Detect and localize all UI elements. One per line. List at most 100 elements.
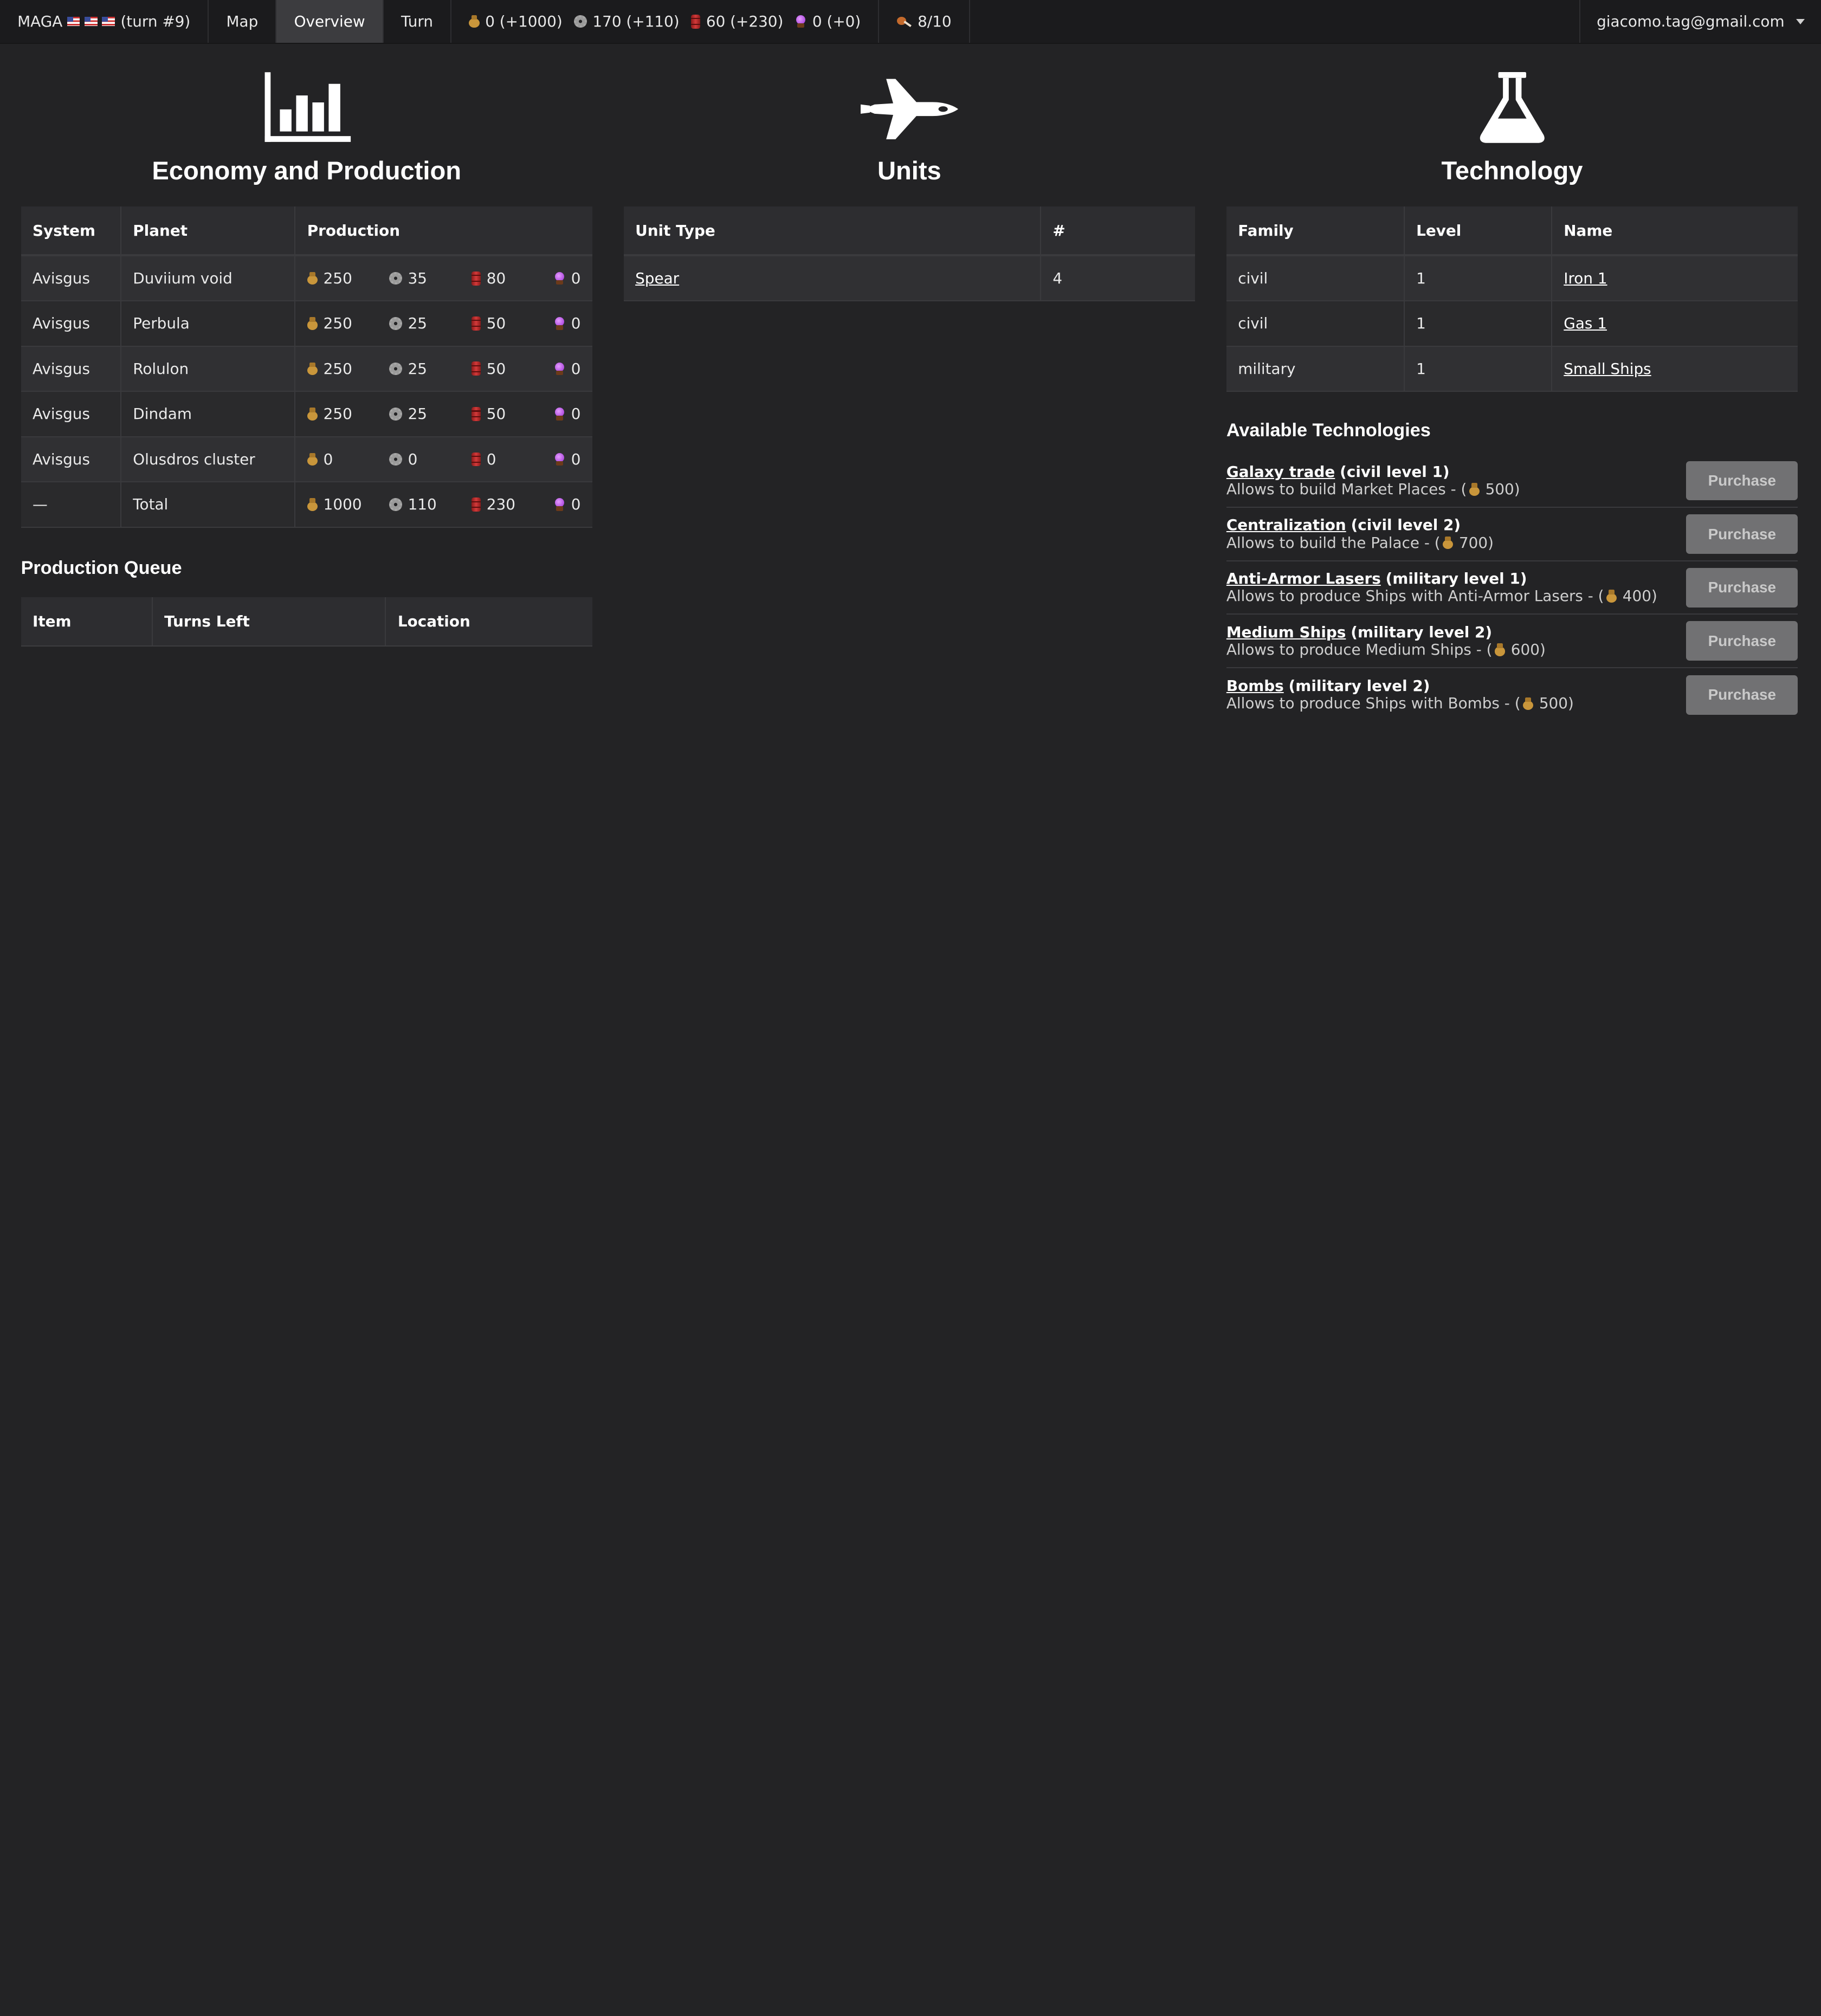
system-cell: Avisgus [21,391,121,437]
available-technology-item: Centralization (civil level 2) Allows to … [1226,508,1798,561]
technology-link[interactable]: Gas 1 [1564,314,1607,332]
table-row: Avisgus Perbula 250 25 50 0 [21,300,592,347]
oil-value: 0 [486,450,496,468]
oil-value: 80 [486,269,506,288]
units-title: Units [877,156,941,185]
top-navbar: MAGA (turn #9) Map Overview Turn 0 (+100… [0,0,1821,44]
purchase-button[interactable]: Purchase [1686,567,1798,608]
table-row: civil 1 Gas 1 [1226,300,1798,347]
technology-name-link[interactable]: Centralization [1226,516,1346,534]
technology-info: Bombs (military level 2) Allows to produc… [1226,677,1574,712]
units-column: Units Unit Type # Spear 4 [623,44,1195,301]
crystal-production: 0 [554,360,580,378]
column-header: Level [1404,206,1552,257]
purchase-button[interactable]: Purchase [1686,461,1798,501]
crystal-production: 0 [554,495,580,513]
money-value: 250 [323,359,352,378]
family-cell: civil [1226,300,1405,347]
drumstick-icon [896,16,912,27]
table-row: civil 1 Iron 1 [1226,255,1798,301]
economy-title: Economy and Production [152,156,462,185]
technology-name-link[interactable]: Anti-Armor Lasers [1226,570,1381,587]
table-row: military 1 Small Ships [1226,346,1798,392]
technology-heading: Centralization (civil level 2) [1226,516,1494,534]
family-cell: military [1226,346,1405,392]
unit-type-cell: Spear [623,255,1041,301]
oil-production: 80 [471,269,537,288]
technology-name-link[interactable]: Medium Ships [1226,623,1346,641]
money-value: 250 [323,269,352,288]
level-cell: 1 [1404,300,1552,347]
money-production: 0 [307,450,372,468]
user-menu[interactable]: giacomo.tag@gmail.com [1579,0,1821,43]
industry-value: 110 [408,495,437,514]
crystal-production: 0 [554,405,581,423]
unit-type-link[interactable]: Spear [635,269,679,287]
nav-link-turn[interactable]: Turn [384,0,452,43]
description-text: Allows to build the Palace - ( [1226,533,1441,552]
technology-link[interactable]: Small Ships [1564,360,1651,378]
system-cell: Avisgus [21,346,121,392]
available-technology-item: Bombs (military level 2) Allows to produc… [1226,668,1798,722]
technology-level: (civil level 1) [1340,462,1450,481]
industry-production: 25 [389,405,454,423]
production-values: 250 25 50 0 [307,405,581,423]
crystal-ball-icon [554,362,565,376]
name-cell: Small Ships [1551,346,1798,392]
family-cell: civil [1226,255,1405,301]
money-value: 250 [323,405,352,423]
crystal-value: 0 [571,314,581,333]
money-value: 1000 [323,495,362,514]
nav-link-label: Map [226,12,259,31]
nav-link-overview[interactable]: Overview [276,0,384,43]
industry-value: 170 (+110) [592,12,680,31]
technology-description: Allows to build the Palace - (700) [1226,534,1494,552]
technology-link[interactable]: Iron 1 [1564,269,1607,287]
money-bag-icon [1494,643,1506,656]
technology-name-link[interactable]: Bombs [1226,677,1284,695]
bar-chart-icon [21,44,592,144]
purchase-button[interactable]: Purchase [1686,621,1798,661]
system-cell: — [21,482,121,528]
available-technology-item: Galaxy trade (civil level 1) Allows to bu… [1226,455,1798,508]
available-technology-item: Medium Ships (military level 2) Allows to… [1226,615,1798,669]
name-cell: Gas 1 [1551,300,1798,347]
flask-icon [1226,44,1798,144]
purchase-button[interactable]: Purchase [1686,514,1798,554]
money-bag-icon [307,408,318,421]
us-flag-icon [102,17,115,27]
description-text: Allows to produce Ships with Anti-Armor … [1226,587,1604,605]
crystal-value: 0 [571,450,581,468]
table-row: Avisgus Duviium void 250 35 80 0 [21,255,592,301]
turn-counter: (turn #9) [120,12,191,31]
technology-level: (military level 2) [1351,623,1493,641]
industry-value: 25 [408,314,428,333]
oil-value: 60 (+230) [706,12,784,31]
cost-value: 400) [1622,587,1657,605]
oil-value: 230 [486,495,515,514]
column-header: Turns Left [152,597,386,647]
money-production: 250 [307,269,372,287]
crystal-value: 0 [571,269,581,288]
table-row: Avisgus Rolulon 250 25 50 0 [21,346,592,392]
production-values: 1000 110 230 0 [307,495,581,513]
column-header: Planet [120,206,296,257]
units-table: Unit Type # Spear 4 [623,206,1195,301]
technology-name-link[interactable]: Galaxy trade [1226,463,1335,481]
planet-cell: Dindam [120,391,296,437]
level-cell: 1 [1404,255,1552,301]
crystal-value: 0 [571,405,581,423]
cost-value: 500) [1485,480,1520,499]
game-name: MAGA [17,12,63,31]
crystal-ball-icon [554,453,565,466]
production-values: 0 0 0 0 [307,450,581,468]
production-cell: 250 25 50 0 [295,300,592,347]
oil-production: 0 [471,450,537,468]
nav-link-map[interactable]: Map [209,0,277,43]
money-bag-icon [307,272,318,285]
oil-barrel-icon [471,316,481,331]
purchase-button[interactable]: Purchase [1686,675,1798,715]
available-technology-item: Anti-Armor Lasers (military level 1) Allo… [1226,561,1798,615]
column-header: Location [385,597,592,647]
oil-production: 50 [471,360,537,378]
